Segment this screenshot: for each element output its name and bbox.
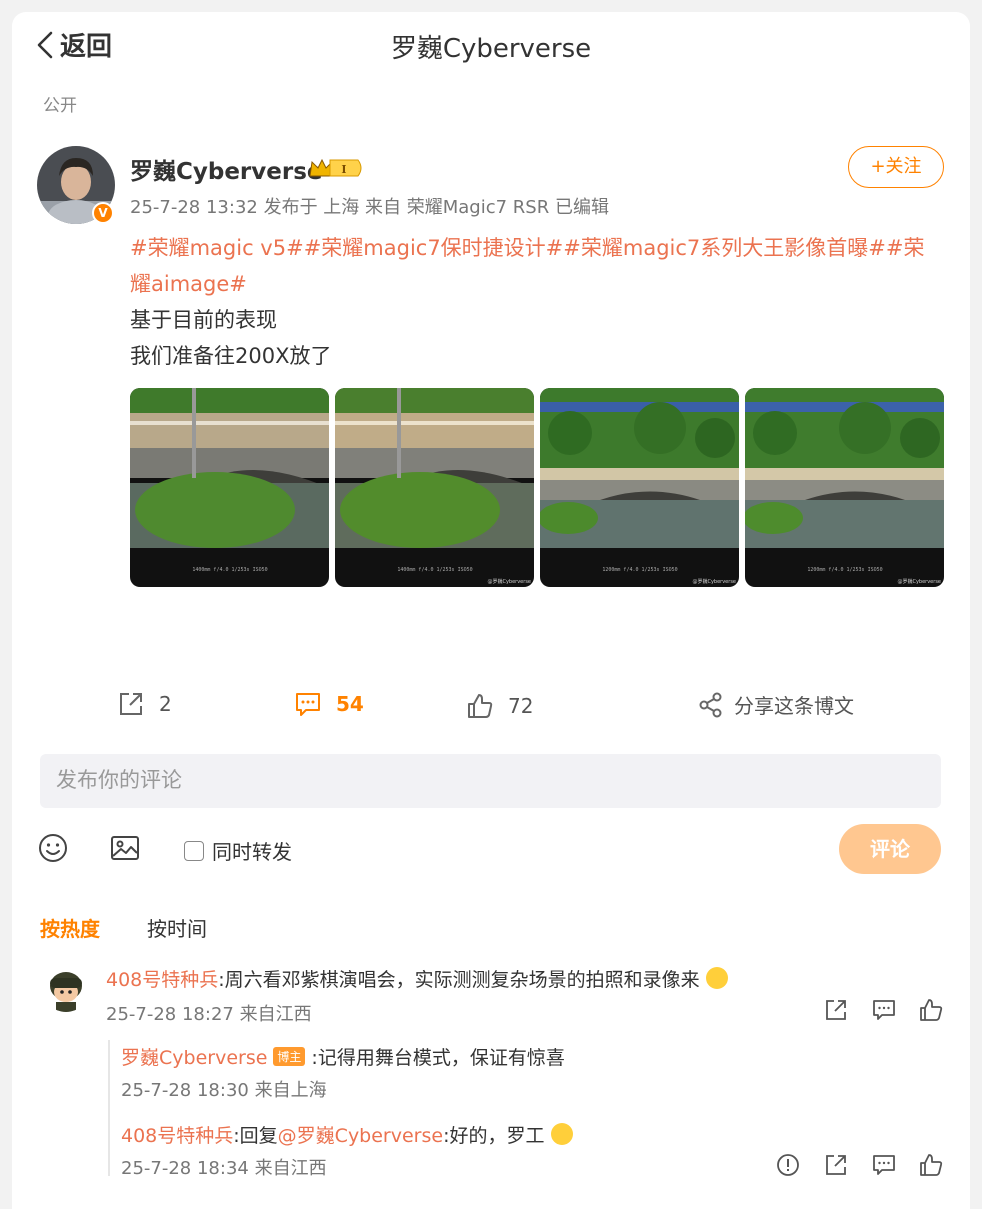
share-icon [699,692,722,717]
reply-2-username[interactable]: 408号特种兵 [121,1125,233,1147]
comment-count: 54 [336,692,364,716]
reply-1-text: :记得用舞台模式，保证有惊喜 [311,1047,565,1069]
commenter-avatar[interactable] [42,964,90,1012]
share-label: 分享这条博文 [734,694,854,718]
post-image-3[interactable]: 1200mm f/4.0 1/253s ISO50 @罗巍Cyberverse [540,388,739,587]
chevron-left-icon [37,31,53,58]
post-line-1: 基于目前的表现 [130,308,277,332]
post-image-1[interactable]: 1400mm f/4.0 1/253s ISO50 [130,388,329,587]
like-count: 72 [508,694,534,718]
image-caption-1: 1400mm f/4.0 1/253s ISO50 [192,567,267,573]
repost-checkbox-label: 同时转发 [212,840,292,864]
comment-meta: 25-7-28 18:27 来自江西 [106,1004,312,1025]
sort-by-hot-tab[interactable]: 按热度 [40,913,100,942]
post-meta: 25-7-28 13:32 发布于 上海 来自 荣耀Magic7 RSR 已编辑 [130,197,609,218]
thumbs-up-icon [468,694,493,718]
like-action[interactable]: 72 [466,692,533,720]
sort-by-time-tab[interactable]: 按时间 [147,913,207,942]
comment-input[interactable] [40,754,941,808]
post-hashtags[interactable]: #荣耀magic v5##荣耀magic7保时捷设计##荣耀magic7系列大王… [130,230,945,302]
reply-2-line: 408号特种兵:回复@罗巍Cyberverse:好的，罗工 [121,1121,573,1148]
share-action[interactable]: 分享这条博文 [698,690,854,719]
reply-1-line: 罗巍Cyberverse 博主 :记得用舞台模式，保证有惊喜 [121,1043,565,1070]
weibo-card [12,12,970,1209]
image-caption-4: 1200mm f/4.0 1/253s ISO50 [807,567,882,573]
author-badge: 博主 [273,1047,306,1066]
post-body: #荣耀magic v5##荣耀magic7保时捷设计##荣耀magic7系列大王… [130,230,945,374]
reply-2-prefix: :回复 [233,1125,278,1147]
repost-checkbox[interactable]: 同时转发 [184,836,292,865]
grinning-emoji-icon [550,1123,573,1145]
repost-icon [120,693,142,715]
reply-2-meta: 25-7-28 18:34 来自江西 [121,1158,327,1179]
comment-text: :周六看邓紫棋演唱会，实际测测复杂场景的拍照和录像来 [218,969,700,991]
image-caption-2: 1400mm f/4.0 1/253s ISO50 [397,567,472,573]
checkbox-box[interactable] [184,840,204,861]
comment-username[interactable]: 408号特种兵 [106,969,218,991]
reply-repost-icon[interactable] [824,1153,848,1177]
reply-2-mention[interactable]: @罗巍Cyberverse [278,1125,443,1147]
laughing-emoji-icon [705,967,728,989]
comment-icon [296,693,320,716]
reply-thread-line [108,1040,110,1176]
member-crown-icon: I [309,158,362,177]
comment-reply-icon[interactable] [872,998,896,1022]
image-watermark-3: @罗巍Cyberverse [692,578,736,585]
reply-reply-icon[interactable] [872,1153,896,1177]
image-upload-icon[interactable] [110,833,140,863]
verified-badge-icon: V [92,202,114,224]
follow-button[interactable]: +关注 [848,146,944,188]
reply-1-username[interactable]: 罗巍Cyberverse [121,1047,267,1069]
report-icon[interactable] [776,1153,800,1177]
svg-text:I: I [341,163,346,176]
reply-2-text: :好的，罗工 [443,1125,545,1147]
image-watermark-2: @罗巍Cyberverse [487,578,531,585]
reply-1-meta: 25-7-28 18:30 来自上海 [121,1080,327,1101]
back-label: 返回 [60,32,113,62]
image-watermark-4: @罗巍Cyberverse [897,578,941,585]
submit-comment-button[interactable]: 评论 [839,824,941,874]
image-caption-3: 1200mm f/4.0 1/253s ISO50 [602,567,677,573]
post-line-2: 我们准备往200X放了 [130,344,332,368]
comment-repost-icon[interactable] [824,998,848,1022]
back-button[interactable]: 返回 [36,26,112,63]
comment-action[interactable]: 54 [294,690,364,718]
post-image-2[interactable]: 1400mm f/4.0 1/253s ISO50 @罗巍Cyberverse [335,388,534,587]
comment-like-icon[interactable] [919,998,943,1022]
author-name[interactable]: 罗巍Cyberverse [130,152,323,186]
repost-action[interactable]: 2 [117,690,172,718]
comment-text-line: 408号特种兵:周六看邓紫棋演唱会，实际测测复杂场景的拍照和录像来 [106,965,728,992]
emoji-icon[interactable] [38,833,68,863]
reply-like-icon[interactable] [919,1153,943,1177]
visibility-label: 公开 [43,96,77,116]
repost-count: 2 [159,692,172,716]
post-image-4[interactable]: 1200mm f/4.0 1/253s ISO50 @罗巍Cyberverse [745,388,944,587]
